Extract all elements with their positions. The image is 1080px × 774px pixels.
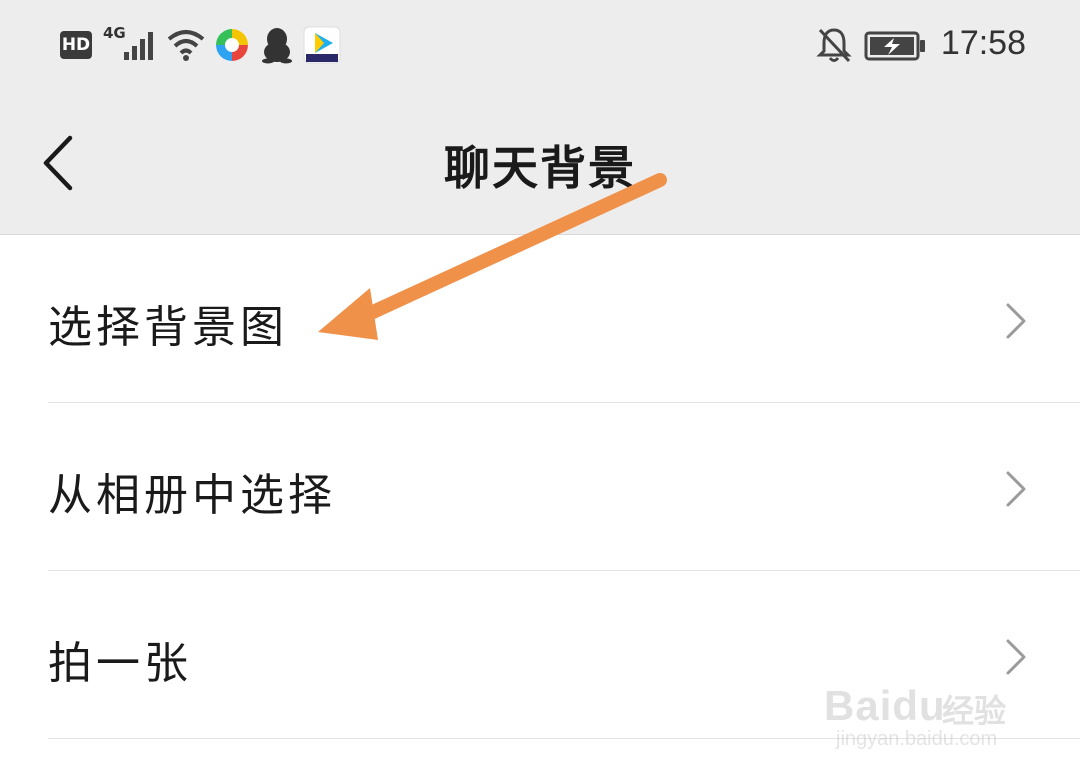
menu-item-label: 选择背景图 (48, 302, 288, 353)
qq-penguin-icon (262, 28, 292, 64)
watermark-url: jingyan.baidu.com (836, 728, 998, 750)
menu-item-label: 拍一张 (48, 638, 192, 689)
video-app-icon (303, 26, 341, 64)
clock-time: 17:58 (940, 24, 1026, 62)
status-bar: HD 4G 17:58 (0, 0, 1080, 92)
wifi-icon (167, 30, 205, 61)
menu-item-choose-background[interactable]: 选择背景图 (0, 235, 1080, 403)
watermark: Baidu 经验 jingyan.baidu.com (822, 660, 1022, 760)
page-title: 聊天背景 (444, 141, 636, 195)
chevron-right-icon (1006, 471, 1026, 507)
menu-item-choose-from-album[interactable]: 从相册中选择 (0, 403, 1080, 571)
signal-icon (124, 32, 153, 60)
bell-off-icon (816, 28, 852, 63)
colorful-app-icon (216, 29, 248, 61)
watermark-brand: Baidu (824, 682, 946, 729)
hd-icon: HD (60, 31, 92, 59)
battery-charging-icon (864, 31, 925, 61)
chevron-right-icon (1006, 303, 1026, 339)
menu-item-label: 从相册中选择 (48, 470, 336, 521)
nav-bar: 聊天背景 (0, 92, 1080, 235)
watermark-cn: 经验 (942, 692, 1007, 730)
